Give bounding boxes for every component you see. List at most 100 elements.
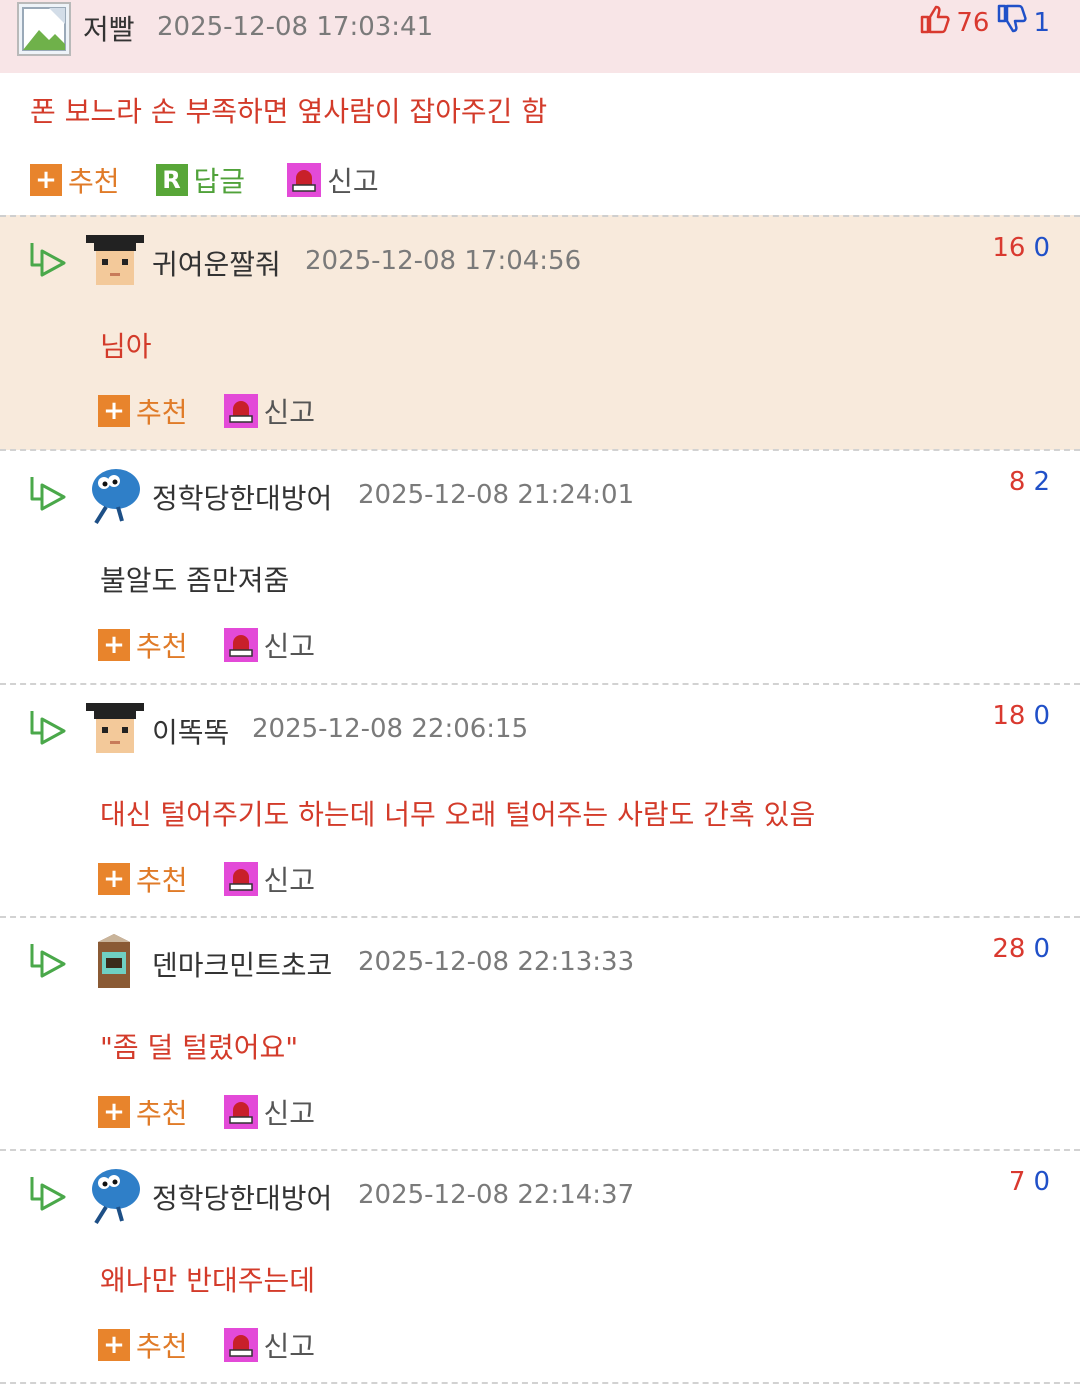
reply-upvote-count[interactable]: 28 xyxy=(992,934,1025,964)
reply-item: 덴마크민트초코 2025-12-08 22:13:33 28 0 "좀 덜 털렸어… xyxy=(0,916,1080,1151)
reply-arrow-icon xyxy=(28,940,68,984)
report-label: 신고 xyxy=(263,1097,316,1130)
reply-timestamp: 2025-12-08 21:24:01 xyxy=(358,480,635,510)
siren-icon xyxy=(287,163,322,197)
report-label: 신고 xyxy=(263,1330,316,1363)
reply-upvote-count[interactable]: 16 xyxy=(992,233,1025,263)
reply-body: "좀 덜 털렸어요" xyxy=(100,1031,299,1064)
reply-body: 불알도 좀만져줌 xyxy=(100,564,290,597)
blue-fish-avatar-icon[interactable] xyxy=(84,1163,146,1225)
blue-fish-avatar-icon[interactable] xyxy=(84,463,146,525)
reply-actions: + 추천 신고 xyxy=(98,391,351,431)
recommend-label: 추천 xyxy=(136,396,188,429)
reply-body: 님아 xyxy=(100,330,152,363)
reply-votes: 70 xyxy=(1009,1167,1050,1197)
recommend-label: 추천 xyxy=(136,1330,188,1363)
reply-arrow-icon xyxy=(28,473,68,517)
report-label: 신고 xyxy=(263,864,316,897)
reply-body: 왜나만 반대주는데 xyxy=(100,1264,315,1297)
top-comment-downvote-count: 1 xyxy=(1033,7,1050,38)
siren-icon xyxy=(223,394,258,428)
milk-carton-avatar-icon[interactable] xyxy=(84,930,146,992)
top-comment-timestamp: 2025-12-08 17:03:41 xyxy=(157,12,434,42)
recommend-label: 추천 xyxy=(68,165,120,198)
recommend-button[interactable]: + 추천 xyxy=(98,625,188,665)
reply-nickname[interactable]: 덴마크민트초코 xyxy=(152,944,332,984)
recommend-button[interactable]: + 추천 xyxy=(98,391,188,431)
report-label: 신고 xyxy=(327,165,379,198)
report-button[interactable]: 신고 xyxy=(287,160,379,200)
reply-item: 정학당한대방어 2025-12-08 22:14:37 70 왜나만 반대주는데… xyxy=(0,1149,1080,1384)
thumbs-up-icon[interactable] xyxy=(918,2,952,43)
recommend-button[interactable]: + 추천 xyxy=(30,160,120,200)
reply-downvote-count[interactable]: 0 xyxy=(1033,1167,1050,1197)
reply-actions: + 추천 신고 xyxy=(98,1325,351,1365)
reply-downvote-count[interactable]: 0 xyxy=(1033,233,1050,263)
report-button[interactable]: 신고 xyxy=(223,625,316,665)
plus-icon: + xyxy=(30,164,62,196)
reply-actions: + 추천 신고 xyxy=(98,1092,351,1132)
reply-timestamp: 2025-12-08 22:06:15 xyxy=(252,714,529,744)
siren-icon xyxy=(223,628,258,662)
plus-icon: + xyxy=(98,1096,130,1128)
reply-label: 답글 xyxy=(193,165,246,198)
reply-upvote-count[interactable]: 8 xyxy=(1009,467,1026,497)
reply-item: 이똑똑 2025-12-08 22:06:15 18 0 대신 털어주기도 하는데… xyxy=(0,683,1080,918)
recommend-label: 추천 xyxy=(136,864,188,897)
reply-nickname[interactable]: 귀여운짤줘 xyxy=(152,243,281,283)
top-comment-body: 폰 보느라 손 부족하면 옆사람이 잡아주긴 함 xyxy=(30,95,548,128)
reply-upvote-count[interactable]: 18 xyxy=(992,701,1025,731)
reply-downvote-count[interactable]: 2 xyxy=(1033,467,1050,497)
recommend-button[interactable]: + 추천 xyxy=(98,1325,188,1365)
reply-nickname[interactable]: 이똑똑 xyxy=(152,711,229,751)
report-button[interactable]: 신고 xyxy=(223,1092,316,1132)
top-comment-upvote-count: 76 xyxy=(956,7,990,38)
reply-nickname[interactable]: 정학당한대방어 xyxy=(152,1177,332,1217)
reply-arrow-icon xyxy=(28,1173,68,1217)
report-button[interactable]: 신고 xyxy=(223,859,316,899)
reply-arrow-icon xyxy=(28,239,68,283)
top-comment-nickname[interactable]: 저빨 xyxy=(83,8,135,48)
reply-timestamp: 2025-12-08 17:04:56 xyxy=(305,246,582,276)
reply-body: 대신 털어주기도 하는데 너무 오래 털어주는 사람도 간혹 있음 xyxy=(100,798,816,831)
top-comment: 저빨 2025-12-08 17:03:41 76 1 폰 보느라 손 부족하면… xyxy=(0,0,1080,215)
reply-item: 귀여운짤줘 2025-12-08 17:04:56 16 0 님아 + 추천 신고 xyxy=(0,215,1080,450)
siren-icon xyxy=(223,1328,258,1362)
image-placeholder-avatar-icon[interactable] xyxy=(17,2,71,56)
divider xyxy=(0,1382,1080,1384)
thumbs-down-icon[interactable] xyxy=(995,2,1029,43)
comment-thread: 저빨 2025-12-08 17:03:41 76 1 폰 보느라 손 부족하면… xyxy=(0,0,1080,1392)
siren-icon xyxy=(223,862,258,896)
top-comment-actions: + 추천 R 답글 신고 xyxy=(30,160,415,200)
plus-icon: + xyxy=(98,863,130,895)
graduate-avatar-icon[interactable] xyxy=(84,229,146,291)
recommend-label: 추천 xyxy=(136,1097,188,1130)
report-button[interactable]: 신고 xyxy=(223,391,316,431)
reply-r-icon: R xyxy=(155,164,188,196)
reply-timestamp: 2025-12-08 22:14:37 xyxy=(358,1180,635,1210)
plus-icon: + xyxy=(98,1329,130,1361)
reply-votes: 28 0 xyxy=(992,934,1050,964)
reply-downvote-count[interactable]: 0 xyxy=(1033,701,1050,731)
reply-arrow-icon xyxy=(28,707,68,751)
top-comment-votes: 76 1 xyxy=(918,2,1050,43)
recommend-button[interactable]: + 추천 xyxy=(98,859,188,899)
reply-votes: 16 0 xyxy=(992,233,1050,263)
reply-nickname[interactable]: 정학당한대방어 xyxy=(152,477,332,517)
recommend-label: 추천 xyxy=(136,630,188,663)
top-comment-header: 저빨 2025-12-08 17:03:41 76 1 xyxy=(0,0,1080,73)
reply-item: 정학당한대방어 2025-12-08 21:24:01 82 불알도 좀만져줌 … xyxy=(0,449,1080,684)
report-label: 신고 xyxy=(263,630,316,663)
graduate-avatar-icon[interactable] xyxy=(84,697,146,759)
report-label: 신고 xyxy=(263,396,316,429)
reply-votes: 82 xyxy=(1009,467,1050,497)
siren-icon xyxy=(223,1095,258,1129)
report-button[interactable]: 신고 xyxy=(223,1325,316,1365)
reply-actions: + 추천 신고 xyxy=(98,859,351,899)
reply-upvote-count[interactable]: 7 xyxy=(1009,1167,1026,1197)
reply-votes: 18 0 xyxy=(992,701,1050,731)
reply-downvote-count[interactable]: 0 xyxy=(1033,934,1050,964)
recommend-button[interactable]: + 추천 xyxy=(98,1092,188,1132)
plus-icon: + xyxy=(98,395,130,427)
reply-button[interactable]: R 답글 xyxy=(155,160,246,200)
